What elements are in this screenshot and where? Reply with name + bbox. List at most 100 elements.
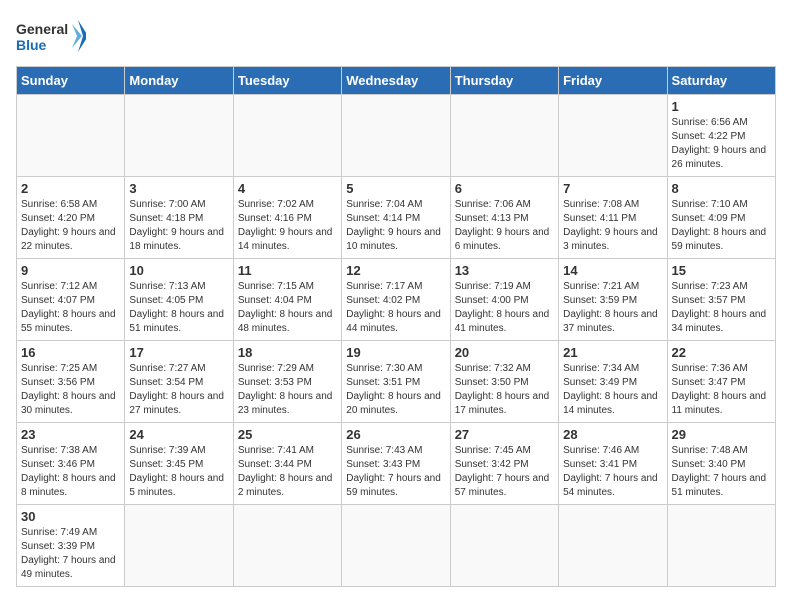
day-info: Sunrise: 7:41 AM Sunset: 3:44 PM Dayligh…: [238, 444, 337, 500]
weekday-header-tuesday: Tuesday: [233, 67, 341, 95]
day-number: 28: [563, 427, 662, 442]
day-number: 5: [346, 181, 445, 196]
calendar-cell: [450, 95, 558, 177]
logo: General Blue: [16, 16, 86, 56]
day-number: 12: [346, 263, 445, 278]
calendar-week-1: 1 Sunrise: 6:56 AM Sunset: 4:22 PM Daylig…: [17, 95, 776, 177]
calendar-cell: 28 Sunrise: 7:46 AM Sunset: 3:41 PM Dayli…: [559, 423, 667, 505]
day-info: Sunrise: 7:46 AM Sunset: 3:41 PM Dayligh…: [563, 444, 662, 500]
day-info: Sunrise: 7:08 AM Sunset: 4:11 PM Dayligh…: [563, 198, 662, 254]
calendar-cell: 22 Sunrise: 7:36 AM Sunset: 3:47 PM Dayli…: [667, 341, 775, 423]
calendar-cell: 13 Sunrise: 7:19 AM Sunset: 4:00 PM Dayli…: [450, 259, 558, 341]
weekday-header-wednesday: Wednesday: [342, 67, 450, 95]
day-info: Sunrise: 7:29 AM Sunset: 3:53 PM Dayligh…: [238, 362, 337, 418]
calendar-week-4: 16 Sunrise: 7:25 AM Sunset: 3:56 PM Dayli…: [17, 341, 776, 423]
day-number: 22: [672, 345, 771, 360]
day-number: 6: [455, 181, 554, 196]
day-number: 4: [238, 181, 337, 196]
day-number: 14: [563, 263, 662, 278]
day-info: Sunrise: 7:19 AM Sunset: 4:00 PM Dayligh…: [455, 280, 554, 336]
day-number: 27: [455, 427, 554, 442]
weekday-header-saturday: Saturday: [667, 67, 775, 95]
calendar-header-row: SundayMondayTuesdayWednesdayThursdayFrid…: [17, 67, 776, 95]
calendar-cell: [125, 505, 233, 587]
day-number: 18: [238, 345, 337, 360]
svg-text:Blue: Blue: [16, 37, 47, 53]
page-header: General Blue: [16, 16, 776, 56]
calendar-cell: 23Sunrise: 7:38 AM Sunset: 3:46 PM Dayli…: [17, 423, 125, 505]
calendar-cell: 25 Sunrise: 7:41 AM Sunset: 3:44 PM Dayli…: [233, 423, 341, 505]
day-number: 1: [672, 99, 771, 114]
calendar-cell: [450, 505, 558, 587]
day-info: Sunrise: 7:12 AM Sunset: 4:07 PM Dayligh…: [21, 280, 120, 336]
day-info: Sunrise: 7:49 AM Sunset: 3:39 PM Dayligh…: [21, 526, 120, 582]
day-number: 13: [455, 263, 554, 278]
day-number: 10: [129, 263, 228, 278]
calendar-cell: [559, 505, 667, 587]
day-info: Sunrise: 7:23 AM Sunset: 3:57 PM Dayligh…: [672, 280, 771, 336]
calendar-cell: 1 Sunrise: 6:56 AM Sunset: 4:22 PM Daylig…: [667, 95, 775, 177]
calendar-cell: 26Sunrise: 7:43 AM Sunset: 3:43 PM Dayli…: [342, 423, 450, 505]
day-info: Sunrise: 7:04 AM Sunset: 4:14 PM Dayligh…: [346, 198, 445, 254]
calendar-cell: 2Sunrise: 6:58 AM Sunset: 4:20 PM Daylig…: [17, 177, 125, 259]
day-info: Sunrise: 6:56 AM Sunset: 4:22 PM Dayligh…: [672, 116, 771, 172]
calendar-cell: 19Sunrise: 7:30 AM Sunset: 3:51 PM Dayli…: [342, 341, 450, 423]
day-number: 8: [672, 181, 771, 196]
calendar-cell: 11 Sunrise: 7:15 AM Sunset: 4:04 PM Dayli…: [233, 259, 341, 341]
day-info: Sunrise: 7:13 AM Sunset: 4:05 PM Dayligh…: [129, 280, 228, 336]
calendar-cell: 27Sunrise: 7:45 AM Sunset: 3:42 PM Dayli…: [450, 423, 558, 505]
calendar-cell: 16 Sunrise: 7:25 AM Sunset: 3:56 PM Dayli…: [17, 341, 125, 423]
calendar-cell: 14 Sunrise: 7:21 AM Sunset: 3:59 PM Dayli…: [559, 259, 667, 341]
calendar-cell: 5 Sunrise: 7:04 AM Sunset: 4:14 PM Daylig…: [342, 177, 450, 259]
day-info: Sunrise: 7:48 AM Sunset: 3:40 PM Dayligh…: [672, 444, 771, 500]
calendar-cell: [233, 505, 341, 587]
calendar-cell: 30Sunrise: 7:49 AM Sunset: 3:39 PM Dayli…: [17, 505, 125, 587]
calendar-cell: 6 Sunrise: 7:06 AM Sunset: 4:13 PM Daylig…: [450, 177, 558, 259]
calendar-cell: [233, 95, 341, 177]
calendar-cell: 20Sunrise: 7:32 AM Sunset: 3:50 PM Dayli…: [450, 341, 558, 423]
calendar-cell: 3 Sunrise: 7:00 AM Sunset: 4:18 PM Daylig…: [125, 177, 233, 259]
day-info: Sunrise: 7:36 AM Sunset: 3:47 PM Dayligh…: [672, 362, 771, 418]
weekday-header-thursday: Thursday: [450, 67, 558, 95]
weekday-header-sunday: Sunday: [17, 67, 125, 95]
calendar-cell: 9 Sunrise: 7:12 AM Sunset: 4:07 PM Daylig…: [17, 259, 125, 341]
day-number: 2: [21, 181, 120, 196]
day-info: Sunrise: 7:34 AM Sunset: 3:49 PM Dayligh…: [563, 362, 662, 418]
day-number: 21: [563, 345, 662, 360]
calendar-cell: [17, 95, 125, 177]
day-number: 25: [238, 427, 337, 442]
day-info: Sunrise: 7:02 AM Sunset: 4:16 PM Dayligh…: [238, 198, 337, 254]
calendar-cell: [667, 505, 775, 587]
day-info: Sunrise: 7:39 AM Sunset: 3:45 PM Dayligh…: [129, 444, 228, 500]
svg-text:General: General: [16, 21, 68, 37]
day-info: Sunrise: 7:21 AM Sunset: 3:59 PM Dayligh…: [563, 280, 662, 336]
day-info: Sunrise: 7:27 AM Sunset: 3:54 PM Dayligh…: [129, 362, 228, 418]
day-number: 9: [21, 263, 120, 278]
day-number: 3: [129, 181, 228, 196]
day-info: Sunrise: 7:15 AM Sunset: 4:04 PM Dayligh…: [238, 280, 337, 336]
weekday-header-friday: Friday: [559, 67, 667, 95]
calendar-week-2: 2Sunrise: 6:58 AM Sunset: 4:20 PM Daylig…: [17, 177, 776, 259]
day-info: Sunrise: 7:06 AM Sunset: 4:13 PM Dayligh…: [455, 198, 554, 254]
calendar-cell: [559, 95, 667, 177]
day-number: 16: [21, 345, 120, 360]
day-info: Sunrise: 7:10 AM Sunset: 4:09 PM Dayligh…: [672, 198, 771, 254]
day-info: Sunrise: 7:25 AM Sunset: 3:56 PM Dayligh…: [21, 362, 120, 418]
day-number: 11: [238, 263, 337, 278]
calendar-cell: 10 Sunrise: 7:13 AM Sunset: 4:05 PM Dayli…: [125, 259, 233, 341]
day-number: 19: [346, 345, 445, 360]
weekday-header-monday: Monday: [125, 67, 233, 95]
day-number: 29: [672, 427, 771, 442]
calendar-cell: 29 Sunrise: 7:48 AM Sunset: 3:40 PM Dayli…: [667, 423, 775, 505]
calendar-cell: 4 Sunrise: 7:02 AM Sunset: 4:16 PM Daylig…: [233, 177, 341, 259]
day-number: 7: [563, 181, 662, 196]
day-info: Sunrise: 7:17 AM Sunset: 4:02 PM Dayligh…: [346, 280, 445, 336]
calendar-cell: 15Sunrise: 7:23 AM Sunset: 3:57 PM Dayli…: [667, 259, 775, 341]
logo-svg: General Blue: [16, 16, 86, 56]
day-number: 24: [129, 427, 228, 442]
day-info: Sunrise: 7:00 AM Sunset: 4:18 PM Dayligh…: [129, 198, 228, 254]
calendar-week-5: 23Sunrise: 7:38 AM Sunset: 3:46 PM Dayli…: [17, 423, 776, 505]
calendar-cell: 8 Sunrise: 7:10 AM Sunset: 4:09 PM Daylig…: [667, 177, 775, 259]
day-info: Sunrise: 7:43 AM Sunset: 3:43 PM Dayligh…: [346, 444, 445, 500]
calendar-cell: 21 Sunrise: 7:34 AM Sunset: 3:49 PM Dayli…: [559, 341, 667, 423]
